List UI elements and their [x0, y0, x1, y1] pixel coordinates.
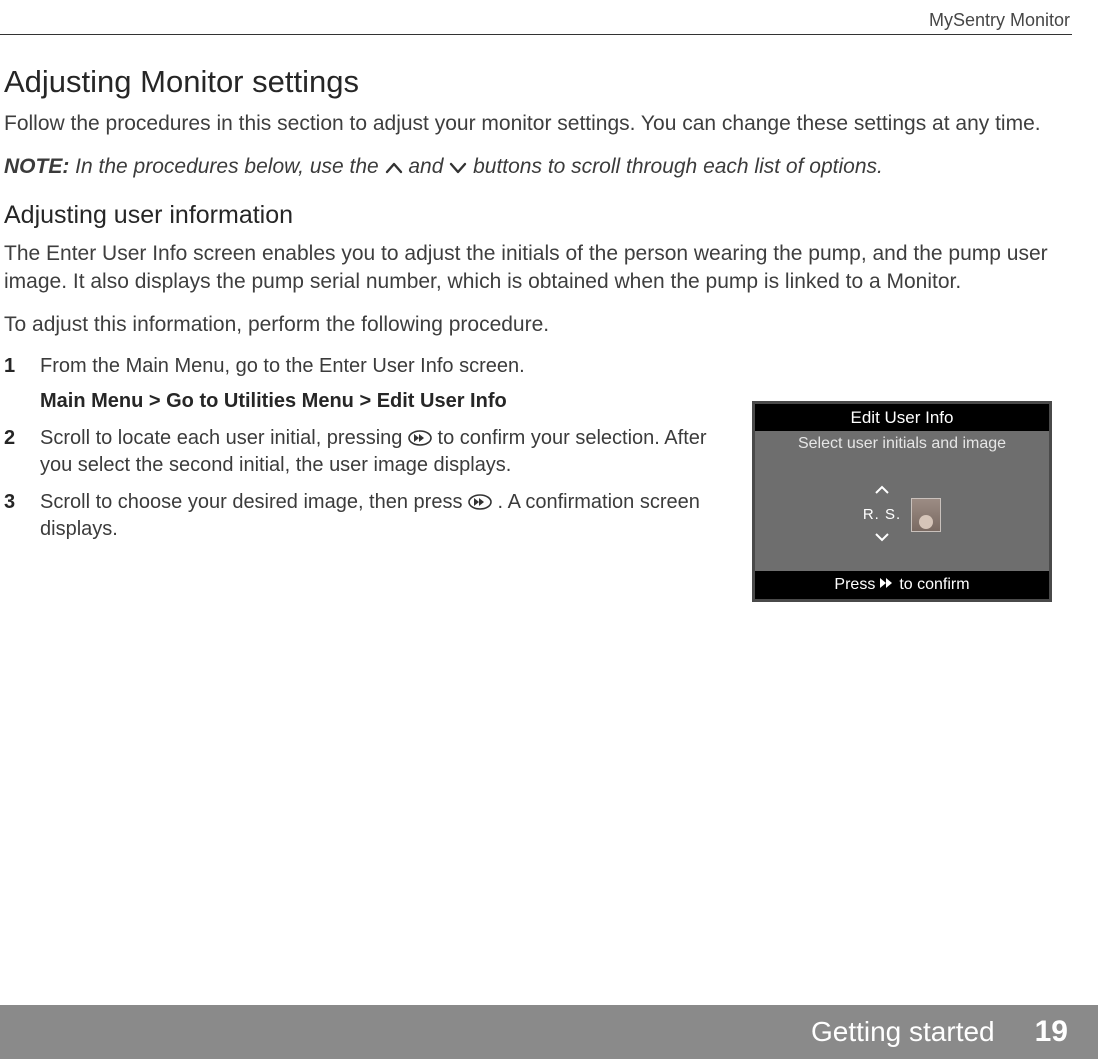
- steps-and-figure-row: From the Main Menu, go to the Enter User…: [4, 353, 1072, 602]
- page-content: Adjusting Monitor settings Follow the pr…: [4, 64, 1072, 602]
- up-chevron-icon: [385, 161, 403, 175]
- note-paragraph: NOTE: In the procedures below, use the a…: [4, 155, 1072, 179]
- fast-forward-icon: [408, 430, 432, 446]
- down-chevron-icon: [449, 161, 467, 175]
- step-3-text-before: Scroll to choose your desired image, the…: [40, 491, 468, 513]
- device-scroll-arrows: R. S.: [863, 482, 901, 547]
- note-text-1: In the procedures below, use the: [69, 155, 384, 178]
- device-body: R. S.: [755, 459, 1049, 571]
- device-title: Edit User Info: [755, 404, 1049, 431]
- figure-column: Edit User Info Select user initials and …: [752, 353, 1072, 602]
- footer-section-name: Getting started: [811, 1016, 995, 1048]
- document-page: MySentry Monitor Adjusting Monitor setti…: [0, 0, 1098, 1059]
- device-fast-forward-icon: [879, 576, 895, 594]
- device-screenshot: Edit User Info Select user initials and …: [752, 401, 1052, 602]
- device-footer: Press to confirm: [755, 571, 1049, 599]
- step-2-text-before: Scroll to locate each user initial, pres…: [40, 427, 408, 449]
- device-footer-after: to confirm: [899, 576, 969, 594]
- step-1: From the Main Menu, go to the Enter User…: [4, 353, 724, 415]
- procedure-intro: To adjust this information, perform the …: [4, 313, 1072, 337]
- section-title: Adjusting Monitor settings: [4, 64, 1072, 100]
- note-text-3: buttons to scroll through each list of o…: [467, 155, 883, 178]
- subsection-title: Adjusting user information: [4, 201, 1072, 230]
- step-1-menu-path: Main Menu > Go to Utilities Menu > Edit …: [40, 388, 724, 415]
- device-down-chevron-icon: [874, 529, 890, 547]
- note-label: NOTE:: [4, 155, 69, 178]
- fast-forward-icon: [468, 494, 492, 510]
- section-intro: Follow the procedures in this section to…: [4, 110, 1072, 137]
- device-initials-block: R. S.: [863, 482, 941, 547]
- footer-page-number: 19: [1035, 1015, 1068, 1049]
- page-footer-bar: Getting started 19: [0, 1005, 1098, 1059]
- device-initials-label: R. S.: [863, 506, 901, 523]
- header-product-name: MySentry Monitor: [929, 10, 1070, 31]
- steps-list: From the Main Menu, go to the Enter User…: [4, 353, 724, 543]
- device-subtitle: Select user initials and image: [755, 431, 1049, 459]
- device-user-avatar-icon: [911, 498, 941, 532]
- note-text-2: and: [403, 155, 450, 178]
- device-up-chevron-icon: [874, 482, 890, 500]
- step-3: Scroll to choose your desired image, the…: [4, 489, 724, 543]
- header-rule: [0, 34, 1072, 35]
- subsection-lead: The Enter User Info screen enables you t…: [4, 240, 1072, 295]
- step-2: Scroll to locate each user initial, pres…: [4, 425, 724, 479]
- step-1-text: From the Main Menu, go to the Enter User…: [40, 355, 525, 377]
- device-footer-before: Press: [834, 576, 875, 594]
- steps-column: From the Main Menu, go to the Enter User…: [4, 353, 724, 553]
